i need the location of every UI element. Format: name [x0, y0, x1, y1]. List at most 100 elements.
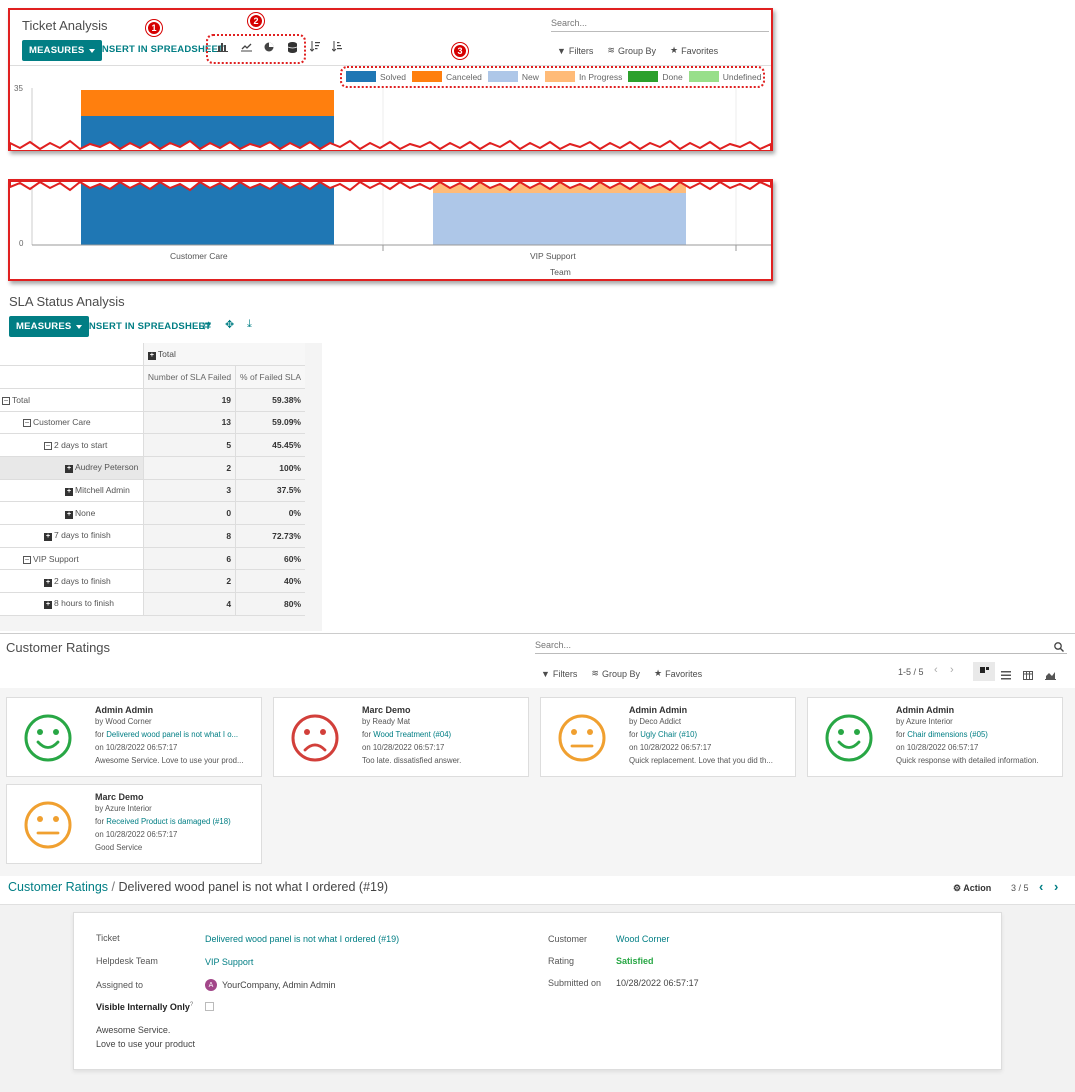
rating-card[interactable]: Admin Admin by Wood Corner for Delivered w…	[6, 697, 262, 777]
list-view-icon[interactable]	[1001, 667, 1011, 685]
card-ticket-link[interactable]: Wood Treatment (#04)	[373, 730, 451, 739]
pivot-row-header[interactable]: + None	[0, 501, 144, 525]
pivot-row: + Mitchell Admin 3 37.5%	[0, 479, 305, 503]
legend-item[interactable]: New	[487, 71, 539, 82]
card-ticket-link[interactable]: Delivered wood panel is not what I o...	[106, 730, 238, 739]
ratings-filters-button[interactable]: ▼ Filters	[541, 668, 577, 679]
bar-chart-icon[interactable]	[217, 42, 228, 55]
search-icon[interactable]	[1054, 639, 1064, 657]
download-icon[interactable]: ⤓	[247, 318, 252, 331]
filters-button[interactable]: ▼ Filters	[557, 45, 593, 56]
action-button[interactable]: ⚙ Action	[953, 883, 991, 894]
record-prev-icon[interactable]: ‹	[1039, 879, 1043, 894]
cell-pct-failed[interactable]: 59.38%	[235, 388, 305, 412]
favorites-label: Favorites	[665, 668, 703, 679]
pager-next-icon[interactable]: ›	[950, 664, 954, 676]
expand-all-icon[interactable]: ✥	[225, 318, 234, 331]
pivot-corner	[0, 343, 144, 367]
pivot-row-header[interactable]: +8 hours to finish	[0, 592, 144, 616]
search-input[interactable]: Search...	[551, 18, 769, 32]
legend-item[interactable]: In Progress	[544, 71, 622, 82]
col-header-pct-failed[interactable]: % of Failed SLA	[235, 365, 305, 389]
legend-item[interactable]: Done	[628, 71, 683, 82]
rating-card[interactable]: Admin Admin by Azure Interior for Chair di…	[807, 697, 1063, 777]
team-link[interactable]: VIP Support	[205, 957, 253, 967]
cell-sla-failed[interactable]: 6	[142, 547, 236, 571]
group-by-button[interactable]: ≋ Group By	[607, 45, 656, 56]
star-icon: ★	[670, 45, 679, 55]
pivot-row-header[interactable]: −2 days to start	[0, 433, 144, 457]
pivot-row-header[interactable]: + Mitchell Admin	[0, 479, 144, 503]
card-ticket-link[interactable]: Received Product is damaged (#18)	[106, 817, 230, 826]
favorites-button[interactable]: ★ Favorites	[670, 45, 718, 56]
legend-item[interactable]: Solved	[346, 71, 406, 82]
stacked-icon[interactable]	[287, 42, 298, 56]
cell-pct-failed[interactable]: 80%	[235, 592, 305, 616]
ratings-group-by-button[interactable]: ≋ Group By	[591, 668, 640, 679]
visible-internally-label: Visible Internally Only?	[96, 1002, 193, 1012]
cell-sla-failed[interactable]: 2	[142, 569, 236, 594]
ratings-search-input[interactable]: Search...	[535, 640, 1067, 654]
cell-sla-failed[interactable]: 0	[142, 501, 236, 525]
cell-sla-failed[interactable]: 19	[142, 388, 236, 412]
sla-insert-spreadsheet-button[interactable]: INSERT IN SPREADSHEET	[86, 321, 211, 332]
minus-icon: −	[23, 418, 31, 428]
rating-card[interactable]: Marc Demo by Azure Interior for Received P…	[6, 784, 262, 864]
cell-sla-failed[interactable]: 8	[142, 524, 236, 548]
cell-pct-failed[interactable]: 72.73%	[235, 524, 305, 548]
legend-item[interactable]: Canceled	[412, 71, 482, 82]
card-for: for Received Product is damaged (#18)	[95, 815, 255, 828]
cell-pct-failed[interactable]: 37.5%	[235, 479, 305, 503]
sort-asc-icon[interactable]	[331, 41, 342, 55]
pivot-row-header[interactable]: + Audrey Peterson	[0, 456, 144, 480]
cell-sla-failed[interactable]: 13	[142, 411, 236, 435]
graph-view-icon[interactable]	[1045, 667, 1056, 685]
sla-measures-button[interactable]: MEASURES	[9, 316, 90, 337]
cell-sla-failed[interactable]: 5	[142, 433, 236, 457]
measures-button[interactable]: MEASURES	[22, 40, 103, 61]
ratings-favorites-button[interactable]: ★ Favorites	[654, 668, 702, 679]
kanban-view-icon[interactable]	[973, 662, 995, 681]
rating-card[interactable]: Admin Admin by Deco Addict for Ugly Chair …	[540, 697, 796, 777]
breadcrumb-root[interactable]: Customer Ratings	[8, 880, 108, 894]
pivot-row-header[interactable]: − Total	[0, 388, 144, 412]
filter-icon: ▼	[541, 668, 550, 679]
cell-pct-failed[interactable]: 100%	[235, 456, 305, 480]
cell-pct-failed[interactable]: 45.45%	[235, 433, 305, 457]
rating-card-info: Admin Admin by Deco Addict for Ugly Chair …	[629, 705, 789, 767]
line-chart-icon[interactable]	[241, 42, 252, 55]
pivot-row-label: VIP Support	[33, 553, 79, 564]
cell-sla-failed[interactable]: 3	[142, 479, 236, 503]
sort-desc-icon[interactable]	[309, 41, 320, 55]
cell-pct-failed[interactable]: 0%	[235, 501, 305, 525]
ticket-link[interactable]: Delivered wood panel is not what I order…	[205, 934, 399, 944]
pivot-row-header[interactable]: +7 days to finish	[0, 524, 144, 548]
pivot-header-total[interactable]: + Total	[142, 343, 305, 367]
card-for-prefix: for	[896, 730, 906, 739]
pivot-row-header[interactable]: − Customer Care	[0, 411, 144, 435]
card-ticket-link[interactable]: Chair dimensions (#05)	[907, 730, 988, 739]
assigned-value[interactable]: YourCompany, Admin Admin	[222, 980, 336, 990]
col-header-sla-failed[interactable]: Number of SLA Failed	[142, 365, 236, 389]
cell-sla-failed[interactable]: 2	[142, 456, 236, 480]
pie-chart-icon[interactable]	[264, 42, 274, 55]
cell-sla-failed[interactable]: 4	[142, 592, 236, 616]
record-next-icon[interactable]: ›	[1054, 879, 1058, 894]
rating-card[interactable]: Marc Demo by Ready Mat for Wood Treatment …	[273, 697, 529, 777]
legend-item[interactable]: Undefined	[688, 71, 762, 82]
pivot-row-header[interactable]: +2 days to finish	[0, 569, 144, 594]
visible-internally-checkbox[interactable]	[205, 1002, 214, 1011]
card-ticket-link[interactable]: Ugly Chair (#10)	[640, 730, 697, 739]
cell-pct-failed[interactable]: 60%	[235, 547, 305, 571]
cell-pct-failed[interactable]: 40%	[235, 569, 305, 594]
pivot-view-icon[interactable]	[1023, 667, 1033, 685]
plus-icon: +	[44, 601, 52, 610]
x-axis-label: Team	[550, 267, 571, 277]
sla-title: SLA Status Analysis	[9, 294, 125, 309]
customer-link[interactable]: Wood Corner	[616, 934, 669, 944]
flip-axis-icon[interactable]: ⇄	[202, 319, 211, 332]
pager-prev-icon[interactable]: ‹	[934, 664, 938, 676]
cell-pct-failed[interactable]: 59.09%	[235, 411, 305, 435]
pivot-row-header[interactable]: − VIP Support	[0, 547, 144, 571]
help-icon[interactable]: ?	[190, 1002, 193, 1008]
